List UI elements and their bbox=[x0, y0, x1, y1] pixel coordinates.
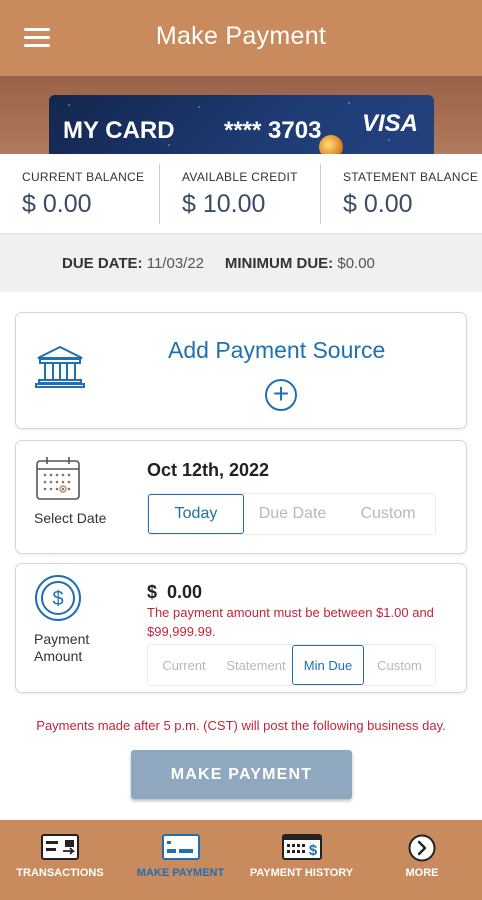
due-date-label: DUE DATE: bbox=[62, 255, 143, 272]
calendar-icon bbox=[36, 457, 80, 500]
page-title: Make Payment bbox=[155, 22, 327, 50]
select-date-panel: Select Date Oct 12th, 2022 Today Due Dat… bbox=[15, 440, 467, 554]
selected-date-value: Oct 12th, 2022 bbox=[147, 460, 270, 480]
balances-row: CURRENT BALANCE $ 0.00 AVAILABLE CREDIT … bbox=[0, 154, 482, 234]
make-payment-card-icon bbox=[161, 834, 200, 860]
bank-icon bbox=[35, 345, 85, 388]
nav-make-payment-label: MAKE PAYMENT bbox=[136, 867, 225, 879]
svg-text:$: $ bbox=[52, 588, 63, 610]
current-balance-label: CURRENT BALANCE bbox=[22, 170, 145, 184]
payment-amount-label: Payment Amount bbox=[34, 631, 89, 665]
top-bar: Make Payment bbox=[0, 0, 482, 76]
current-balance-value: $ 0.00 bbox=[22, 190, 92, 218]
nav-transactions-label: TRANSACTIONS bbox=[16, 867, 104, 879]
minimum-due-value: $0.00 bbox=[337, 255, 375, 272]
make-payment-button[interactable]: MAKE PAYMENT bbox=[131, 750, 352, 799]
nav-transactions[interactable]: TRANSACTIONS bbox=[0, 820, 120, 900]
date-option-due-date[interactable]: Due Date bbox=[244, 494, 341, 534]
card-name: MY CARD bbox=[63, 117, 175, 144]
divider bbox=[320, 164, 321, 224]
payment-history-icon: $ bbox=[281, 834, 322, 860]
amount-option-current[interactable]: Current bbox=[148, 645, 220, 685]
payment-amount-panel: $ Payment Amount $ 0.00 The payment amou… bbox=[15, 563, 467, 693]
date-options: Today Due Date Custom bbox=[147, 493, 436, 535]
statement-balance-label: STATEMENT BALANCE bbox=[343, 170, 479, 184]
due-date-value: 11/03/22 bbox=[146, 255, 205, 272]
due-info-row: DUE DATE: 11/03/22 MINIMUM DUE: $0.00 bbox=[0, 234, 482, 292]
amount-error-message: The payment amount must be between $1.00… bbox=[147, 605, 434, 639]
amount-options: Current Statement Min Due Custom bbox=[147, 644, 436, 686]
nav-make-payment[interactable]: MAKE PAYMENT bbox=[120, 820, 241, 900]
date-option-custom[interactable]: Custom bbox=[341, 494, 435, 534]
dollar-circle-icon: $ bbox=[35, 575, 81, 621]
add-payment-source-link[interactable]: Add Payment Source bbox=[168, 337, 385, 364]
bottom-navigation: TRANSACTIONS MAKE PAYMENT $ PAYMENT HIST… bbox=[0, 820, 482, 900]
date-option-today[interactable]: Today bbox=[148, 494, 244, 534]
payment-amount-label-line2: Amount bbox=[34, 648, 83, 664]
minimum-due-label: MINIMUM DUE: bbox=[224, 255, 334, 272]
amount-option-custom[interactable]: Custom bbox=[364, 645, 435, 685]
credit-card-image: MY CARD **** 3703 VISA bbox=[49, 95, 434, 157]
nav-more[interactable]: MORE bbox=[362, 820, 482, 900]
payment-amount-label-line1: Payment bbox=[34, 631, 90, 647]
nav-payment-history-label: PAYMENT HISTORY bbox=[249, 867, 354, 879]
add-circle-icon[interactable]: + bbox=[265, 379, 297, 411]
statement-balance-value: $ 0.00 bbox=[343, 190, 413, 218]
available-credit-value: $ 10.00 bbox=[182, 190, 266, 218]
nav-payment-history[interactable]: $ PAYMENT HISTORY bbox=[241, 820, 362, 900]
transactions-card-icon bbox=[41, 834, 79, 860]
amount-option-min-due[interactable]: Min Due bbox=[292, 645, 364, 685]
divider bbox=[159, 164, 160, 224]
available-credit-label: AVAILABLE CREDIT bbox=[182, 170, 298, 184]
select-date-label: Select Date bbox=[34, 510, 107, 526]
payment-amount-input[interactable]: $ 0.00 bbox=[147, 582, 202, 603]
card-number: **** 3703 bbox=[224, 117, 322, 144]
visa-logo: VISA bbox=[362, 110, 419, 137]
amount-option-statement[interactable]: Statement bbox=[220, 645, 292, 685]
nav-more-label: MORE bbox=[405, 867, 439, 879]
svg-text:$: $ bbox=[308, 842, 317, 859]
posting-notice: Payments made after 5 p.m. (CST) will po… bbox=[36, 718, 446, 733]
chevron-right-circle-icon bbox=[408, 834, 436, 862]
add-payment-source-panel[interactable]: Add Payment Source + bbox=[15, 312, 467, 429]
